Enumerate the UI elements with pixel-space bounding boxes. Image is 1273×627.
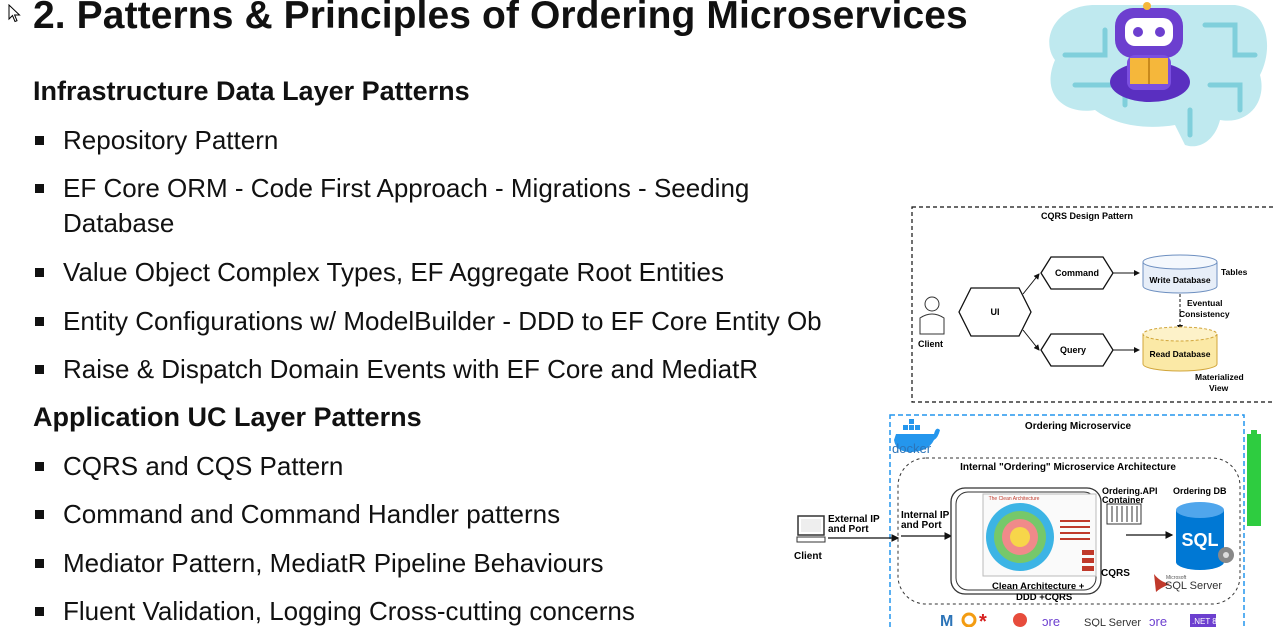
asterisk-logo-icon: * <box>979 611 987 627</box>
bullet-square-icon <box>35 136 44 145</box>
container-label: Container <box>1102 495 1145 505</box>
ordering-db-label: Ordering DB <box>1173 486 1227 496</box>
ui-label: UI <box>991 307 1000 317</box>
docker-label: docker <box>892 441 932 456</box>
ordering-title: Ordering Microservice <box>1025 421 1132 432</box>
net8-label: .NET 8 <box>1192 617 1217 626</box>
clean-arch-label-2: DDD +CQRS <box>1016 592 1072 603</box>
sql-server-label: SQL Server <box>1165 580 1222 592</box>
query-label: Query <box>1060 345 1086 355</box>
cqrs-diagram: CQRS Design Pattern Client UI Command Qu… <box>911 206 1273 403</box>
bullet-square-icon <box>35 462 44 471</box>
internal-port-label: and Port <box>901 520 942 531</box>
clean-architecture-onion-icon <box>986 503 1054 571</box>
clean-arch-caption: The Clean Architecture <box>989 496 1040 502</box>
slide-body: Infrastructure Data Layer Patterns Repos… <box>33 76 822 626</box>
aspnet-core-logo-icon: ɔre <box>1149 614 1167 627</box>
app-heading: Application UC Layer Patterns <box>33 402 422 432</box>
materialized-label: Materialized <box>1195 372 1244 382</box>
bullet-square-icon <box>35 268 44 277</box>
bullet-square-icon <box>35 184 44 193</box>
write-database-icon <box>1142 254 1218 294</box>
mediatr-logo-icon: M <box>940 613 953 627</box>
brain-robot-illustration <box>1049 2 1268 147</box>
clean-arch-label-1: Clean Architecture + <box>992 581 1085 592</box>
cqrs-client-label: Client <box>918 339 943 349</box>
bullet-square-icon <box>35 559 44 568</box>
ordering-microservice-diagram: Ordering Microservice docker Internal "O… <box>794 414 1261 627</box>
parachute-logo-icon <box>1013 613 1027 627</box>
bullet-square-icon <box>35 365 44 374</box>
sql-label: SQL <box>1181 530 1218 550</box>
command-label: Command <box>1055 268 1099 278</box>
green-scroll-indicator <box>1247 434 1261 526</box>
cqrs-tag: CQRS <box>1101 568 1130 579</box>
client-computer-icon <box>796 515 826 543</box>
infra-heading: Infrastructure Data Layer Patterns <box>33 76 470 106</box>
eventual-label: Eventual <box>1187 298 1222 308</box>
robot-icon <box>1110 2 1190 102</box>
bullet-square-icon <box>35 607 44 616</box>
tables-label: Tables <box>1221 267 1248 277</box>
ordering-client-label: Client <box>794 551 822 562</box>
container-icon <box>1106 503 1142 525</box>
core-logo-icon: ɔre <box>1042 614 1060 627</box>
read-db-label: Read Database <box>1150 349 1211 359</box>
cqrs-title: CQRS Design Pattern <box>1041 211 1133 221</box>
external-port-label: and Port <box>828 524 869 535</box>
bullet-square-icon <box>35 510 44 519</box>
view-label: View <box>1209 383 1229 393</box>
internal-title: Internal "Ordering" Microservice Archite… <box>960 462 1176 473</box>
write-db-label: Write Database <box>1149 275 1211 285</box>
sql-server-small-logo-icon: SQL Server <box>1084 617 1141 627</box>
consistency-label: Consistency <box>1179 309 1230 319</box>
bullet-square-icon <box>35 317 44 326</box>
